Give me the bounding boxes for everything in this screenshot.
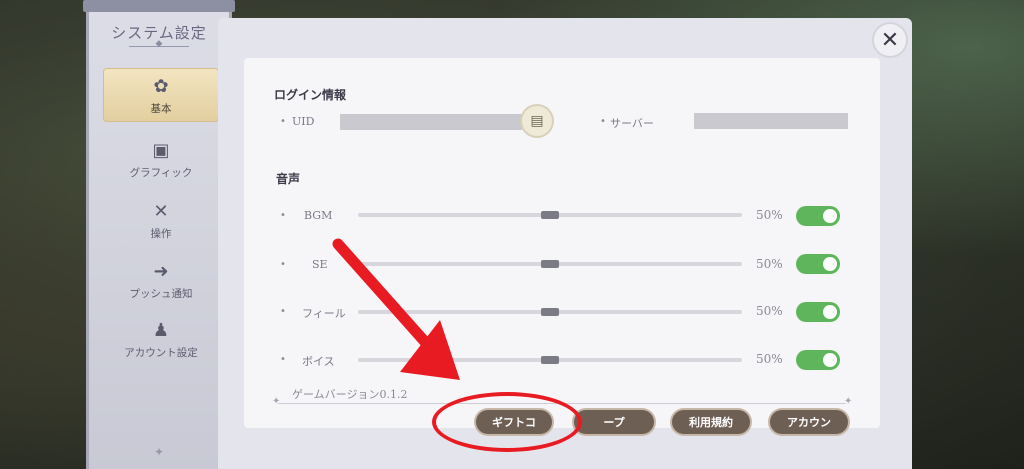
audio-title: 音声 [276, 172, 301, 186]
settings-sidebar: システム設定 ✿ 基本 ▣ グラフィック ✕ 操作 ➜ プッシュ通知 ♟ アカウ… [83, 0, 235, 469]
login-info-title: ログイン情報 [274, 88, 347, 102]
game-version: ゲームバージョン0.1.2 [292, 388, 408, 401]
sidebar-ornament [129, 46, 189, 47]
corner-ornament-icon: ✦ [844, 396, 853, 407]
gear-icon: ✿ [153, 76, 169, 97]
voice-slider-handle[interactable] [541, 356, 559, 364]
uid-value-redacted [340, 114, 522, 130]
sidebar-item-label: 基本 [150, 103, 172, 115]
bullet: • [280, 354, 286, 365]
feel-toggle[interactable] [796, 302, 840, 322]
close-icon: ✕ [880, 27, 900, 53]
bullet: • [600, 116, 606, 127]
close-button[interactable]: ✕ [874, 24, 906, 56]
copy-icon: ▤ [530, 113, 544, 129]
terms-of-use-button[interactable]: 利用規約 [672, 410, 750, 434]
se-label: SE [312, 258, 328, 271]
bullet: • [280, 116, 286, 127]
voice-label: ボイス [302, 355, 335, 368]
sidebar-item-label: グラフィック [129, 167, 193, 179]
uid-label: UID [292, 115, 315, 128]
bgm-value: 50% [756, 208, 783, 222]
bullet: • [280, 306, 286, 317]
feel-label: フィール [302, 307, 346, 320]
bullet: • [280, 210, 286, 221]
se-slider-handle[interactable] [541, 260, 559, 268]
sidebar-item-label: アカウント設定 [124, 347, 198, 359]
bgm-slider-handle[interactable] [541, 211, 559, 219]
bullet: • [280, 259, 286, 270]
bgm-label: BGM [304, 209, 333, 222]
se-value: 50% [756, 257, 783, 271]
se-toggle[interactable] [796, 254, 840, 274]
server-value-redacted [694, 113, 848, 129]
user-icon: ♟ [152, 320, 170, 341]
account-button[interactable]: アカウン [770, 410, 848, 434]
ornament-icon: ✦ [153, 445, 165, 459]
bgm-toggle[interactable] [796, 206, 840, 226]
annotation-circle [432, 392, 582, 452]
corner-ornament-icon: ✦ [272, 396, 281, 407]
voice-value: 50% [756, 352, 783, 366]
arrow-circle-icon: ➜ [153, 261, 169, 282]
sidebar-item-graphics[interactable]: ▣ グラフィック [103, 140, 219, 180]
sidebar-item-account-settings[interactable]: ♟ アカウント設定 [103, 320, 219, 360]
sidebar-item-controls[interactable]: ✕ 操作 [103, 201, 219, 241]
crossed-swords-icon: ✕ [153, 201, 169, 222]
voice-toggle[interactable] [796, 350, 840, 370]
image-icon: ▣ [152, 140, 170, 161]
feel-slider-handle[interactable] [541, 308, 559, 316]
sidebar-item-label: プッシュ通知 [129, 288, 193, 300]
feel-value: 50% [756, 304, 783, 318]
tape-button[interactable]: ープ [574, 410, 654, 434]
copy-uid-button[interactable]: ▤ [522, 106, 552, 136]
sidebar-item-push-notifications[interactable]: ➜ プッシュ通知 [103, 261, 219, 301]
sidebar-item-basic[interactable]: ✿ 基本 [103, 68, 219, 122]
sidebar-item-label: 操作 [150, 228, 172, 240]
server-label: サーバー [610, 117, 654, 130]
